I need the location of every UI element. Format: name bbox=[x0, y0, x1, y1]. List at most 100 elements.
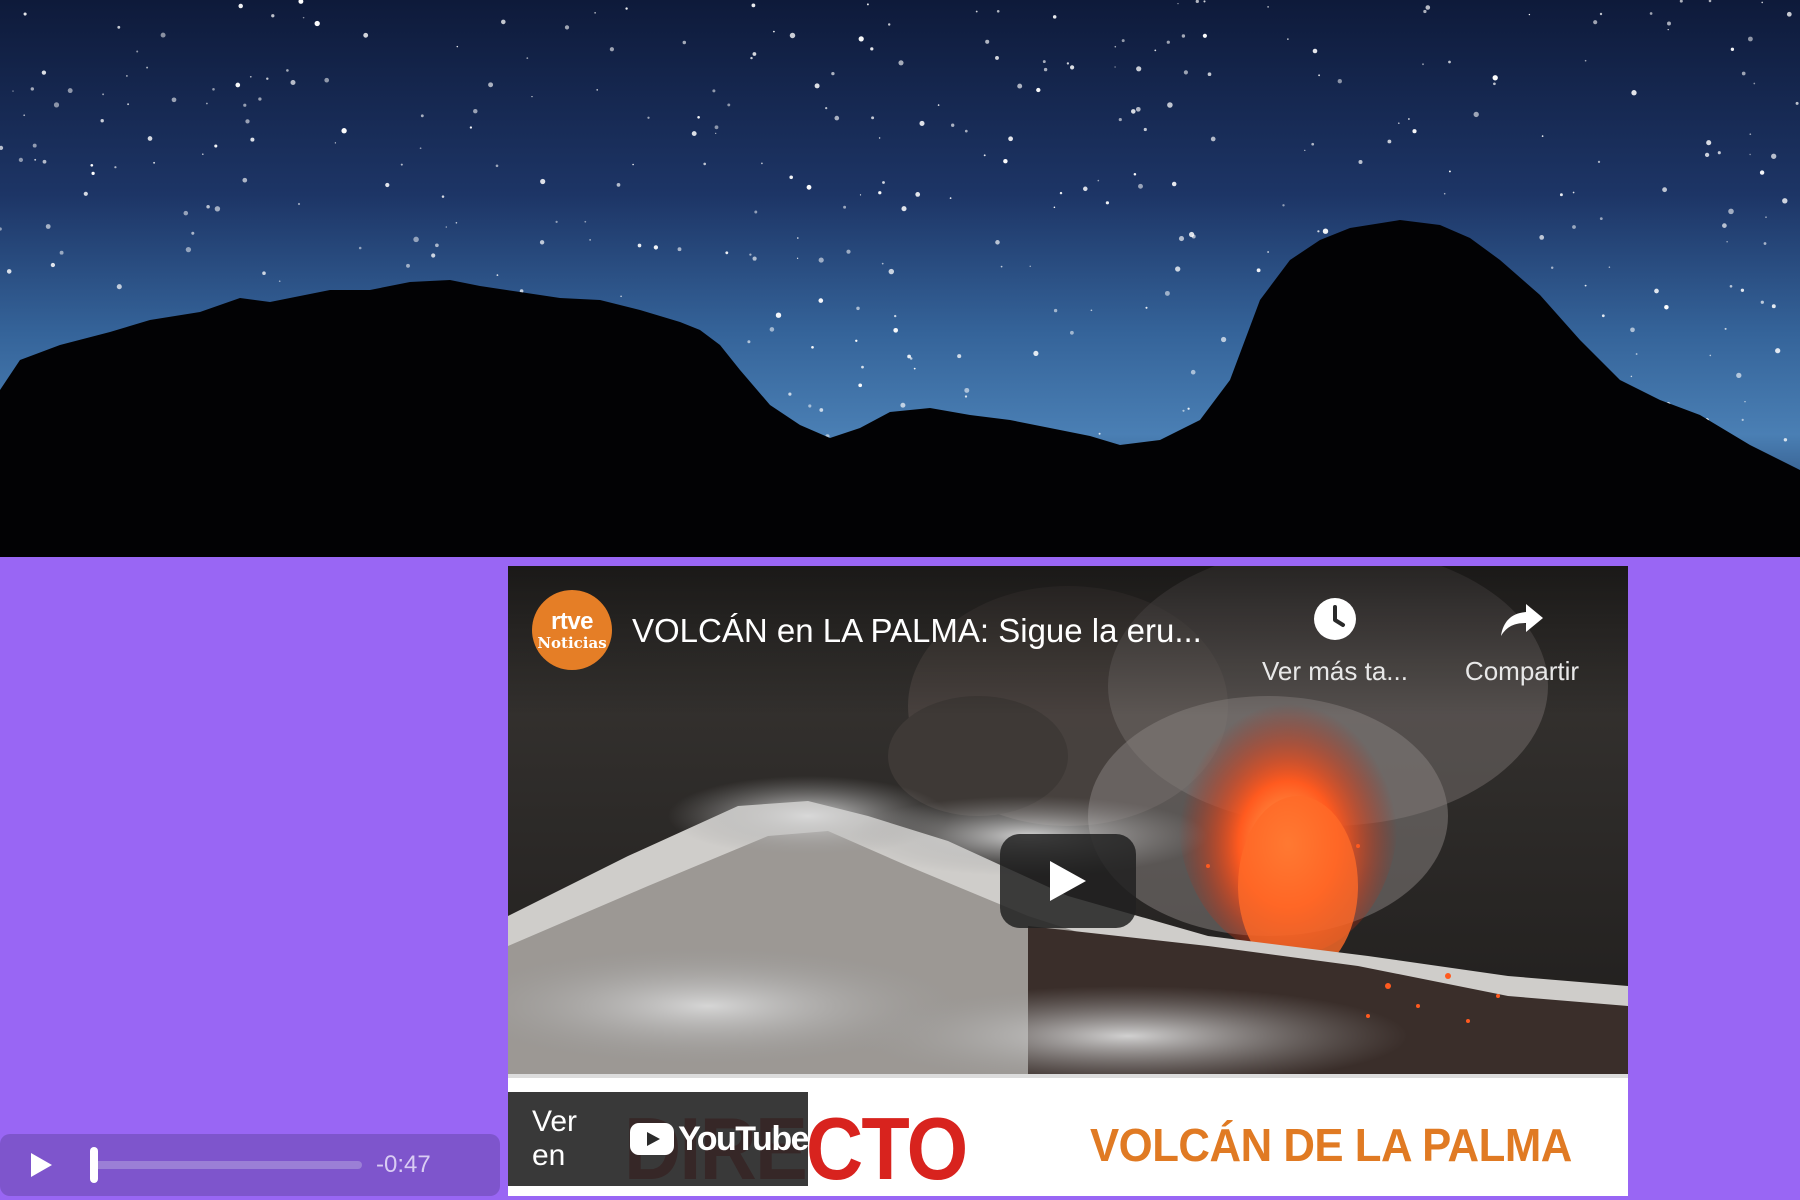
star bbox=[1722, 223, 1727, 228]
star bbox=[1187, 407, 1190, 410]
star bbox=[1631, 90, 1637, 96]
star bbox=[1070, 65, 1075, 70]
star bbox=[1425, 5, 1431, 10]
star bbox=[23, 114, 26, 117]
share-label: Compartir bbox=[1464, 656, 1580, 686]
star bbox=[83, 191, 88, 196]
star bbox=[114, 166, 117, 169]
star bbox=[531, 95, 533, 98]
star bbox=[1053, 206, 1056, 209]
star bbox=[1191, 234, 1196, 239]
star bbox=[898, 60, 904, 66]
star bbox=[455, 222, 458, 224]
star bbox=[1630, 375, 1633, 378]
star bbox=[214, 144, 218, 148]
star bbox=[41, 70, 47, 75]
star bbox=[1097, 179, 1100, 182]
star bbox=[413, 236, 419, 243]
star bbox=[983, 154, 986, 157]
star bbox=[1662, 187, 1668, 193]
star bbox=[1528, 13, 1531, 16]
star bbox=[266, 77, 269, 80]
star bbox=[1181, 34, 1186, 38]
star bbox=[1572, 191, 1575, 194]
star bbox=[243, 103, 247, 107]
star bbox=[45, 224, 51, 229]
star bbox=[856, 306, 860, 311]
star bbox=[985, 39, 990, 44]
star bbox=[653, 245, 659, 250]
star bbox=[324, 77, 330, 83]
star bbox=[712, 89, 716, 93]
star bbox=[796, 257, 799, 259]
star bbox=[811, 345, 814, 349]
channel-avatar[interactable]: rtve Noticias bbox=[532, 590, 612, 670]
star bbox=[919, 120, 925, 126]
audio-seek-bar[interactable] bbox=[90, 1147, 362, 1183]
star bbox=[1220, 336, 1227, 343]
star bbox=[789, 175, 793, 180]
star bbox=[878, 137, 881, 139]
star bbox=[53, 102, 60, 108]
star bbox=[715, 132, 717, 134]
youtube-embed[interactable]: rtve Noticias VOLCÁN en LA PALMA: Sigue … bbox=[508, 566, 1628, 1196]
star bbox=[1679, 0, 1683, 3]
star bbox=[1597, 160, 1601, 164]
star bbox=[1318, 74, 1320, 77]
star bbox=[1630, 327, 1635, 333]
star bbox=[526, 57, 529, 59]
star bbox=[1635, 353, 1638, 355]
star bbox=[750, 56, 753, 60]
star bbox=[1114, 45, 1117, 48]
star bbox=[6, 269, 12, 274]
star bbox=[488, 82, 494, 88]
star bbox=[584, 220, 587, 223]
star bbox=[1492, 75, 1498, 81]
star bbox=[250, 137, 255, 142]
youtube-logo: YouTube bbox=[630, 1120, 809, 1159]
star bbox=[1704, 152, 1710, 158]
play-icon bbox=[1050, 861, 1086, 901]
star bbox=[1726, 241, 1728, 243]
star bbox=[747, 340, 751, 344]
star bbox=[1593, 20, 1598, 25]
star bbox=[0, 145, 4, 151]
watch-on-youtube-button[interactable]: Ver en YouTube bbox=[508, 1092, 809, 1186]
star bbox=[589, 239, 591, 241]
star bbox=[1282, 204, 1285, 207]
share-arrow-icon bbox=[1501, 604, 1543, 636]
play-icon bbox=[31, 1153, 52, 1177]
star bbox=[866, 3, 869, 6]
star bbox=[1118, 118, 1122, 122]
star bbox=[1422, 63, 1424, 66]
star bbox=[749, 253, 752, 256]
share-button[interactable]: Compartir bbox=[1437, 596, 1607, 687]
star bbox=[1448, 170, 1451, 173]
star bbox=[1043, 67, 1048, 72]
video-title-link[interactable]: VOLCÁN en LA PALMA: Sigue la eru... bbox=[632, 612, 1252, 650]
star bbox=[262, 271, 266, 275]
star bbox=[1667, 28, 1669, 31]
star bbox=[1584, 284, 1587, 287]
star bbox=[1765, 216, 1767, 218]
star bbox=[806, 184, 812, 190]
star bbox=[32, 143, 37, 148]
star bbox=[1599, 217, 1603, 221]
star bbox=[915, 192, 921, 197]
star bbox=[147, 136, 153, 141]
star bbox=[957, 354, 962, 359]
watch-later-button[interactable]: Ver más ta... bbox=[1250, 596, 1420, 687]
star bbox=[1744, 401, 1746, 403]
star bbox=[183, 210, 189, 216]
star bbox=[1724, 327, 1727, 330]
audio-seek-handle[interactable] bbox=[90, 1147, 98, 1183]
audio-play-button[interactable] bbox=[28, 1150, 58, 1180]
star bbox=[212, 88, 215, 91]
star bbox=[937, 104, 940, 106]
star bbox=[363, 32, 369, 38]
video-play-button[interactable] bbox=[1000, 834, 1136, 928]
star bbox=[445, 226, 448, 228]
star bbox=[1311, 142, 1315, 146]
star bbox=[1358, 159, 1363, 165]
star bbox=[975, 10, 978, 13]
